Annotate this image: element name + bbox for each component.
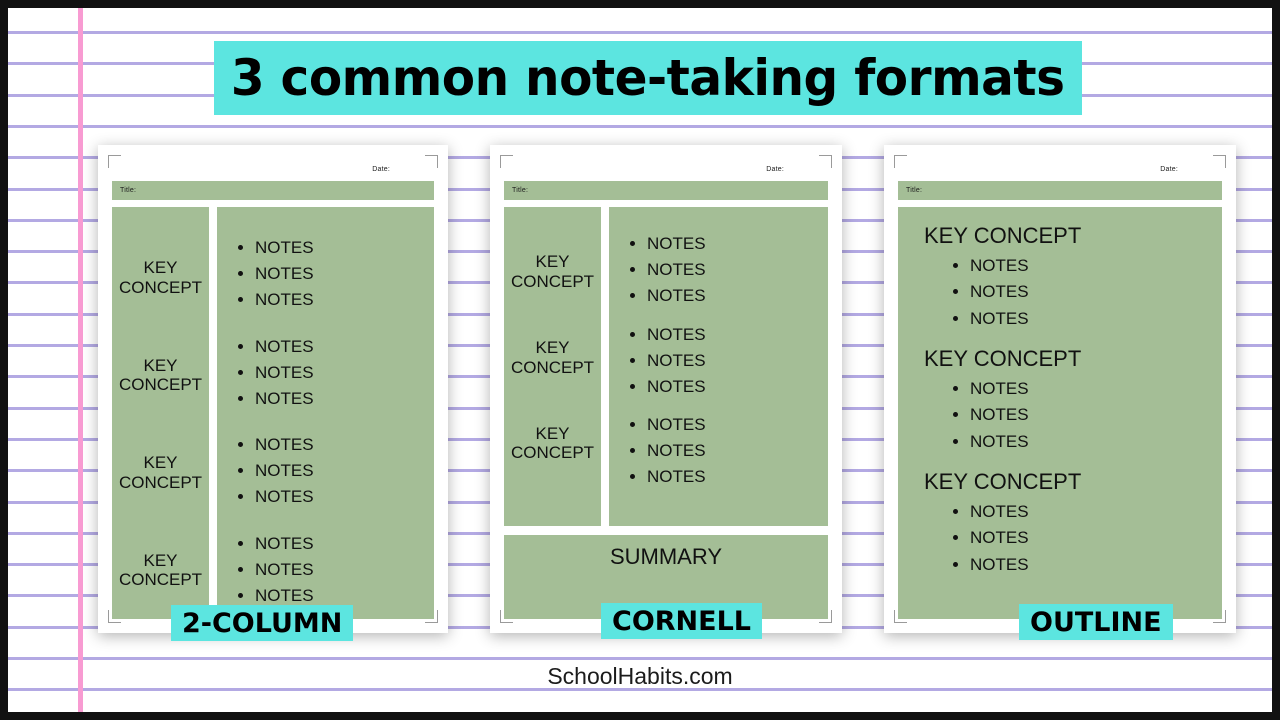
note-item: NOTES	[255, 287, 434, 313]
note-item: NOTES	[970, 306, 1212, 332]
rule-line	[8, 657, 1272, 660]
key-concept-label: KEY CONCEPT	[118, 258, 203, 297]
date-label: Date:	[1160, 166, 1178, 174]
note-item: NOTES	[255, 432, 434, 458]
note-item: NOTES	[970, 279, 1212, 305]
note-item: NOTES	[647, 464, 828, 490]
notes-column: NOTESNOTESNOTESNOTESNOTESNOTESNOTESNOTES…	[609, 206, 828, 527]
note-item: NOTES	[255, 557, 434, 583]
note-item: NOTES	[647, 438, 828, 464]
rule-line	[8, 125, 1272, 128]
key-concept-label: KEY CONCEPT	[924, 345, 1082, 371]
outline-group: KEY CONCEPTNOTESNOTESNOTES	[916, 346, 1212, 455]
notes-group: NOTESNOTESNOTES	[609, 231, 828, 309]
date-row: Date:	[504, 159, 828, 181]
note-item: NOTES	[255, 235, 434, 261]
date-label: Date:	[372, 166, 390, 174]
notebook-paper-background: 3 common note-taking formats Date: Title…	[8, 8, 1272, 712]
margin-line	[78, 8, 83, 712]
date-row: Date:	[898, 159, 1222, 181]
title-bar: Title:	[504, 180, 828, 200]
rule-line	[8, 31, 1272, 34]
outline-group: KEY CONCEPTNOTESNOTESNOTES	[916, 223, 1212, 332]
note-item: NOTES	[970, 525, 1212, 551]
notes-group: NOTESNOTESNOTES	[916, 253, 1212, 332]
notes-column: NOTESNOTESNOTESNOTESNOTESNOTESNOTESNOTES…	[217, 206, 434, 619]
notes-group: NOTESNOTESNOTES	[217, 334, 434, 412]
note-format-card-2column[interactable]: Date: Title: KEY CONCEPT KEY CONCEPT KEY C…	[98, 145, 448, 633]
date-label: Date:	[766, 166, 784, 174]
note-item: NOTES	[647, 322, 828, 348]
note-format-card-cornell[interactable]: Date: Title: KEY CONCEPT KEY CONCEPT KEY C…	[490, 145, 842, 633]
note-item: NOTES	[970, 552, 1212, 578]
note-item: NOTES	[970, 499, 1212, 525]
two-column-body: KEY CONCEPT KEY CONCEPT KEY CONCEPT KEY CON…	[112, 206, 434, 619]
key-concept-label: KEY CONCEPT	[924, 222, 1082, 248]
note-item: NOTES	[255, 458, 434, 484]
date-row: Date:	[112, 159, 434, 181]
key-concept-column: KEY CONCEPT KEY CONCEPT KEY CONCEPT KEY CON…	[112, 206, 209, 619]
note-item: NOTES	[255, 360, 434, 386]
notes-group: NOTESNOTESNOTES	[217, 531, 434, 609]
note-item: NOTES	[647, 231, 828, 257]
note-item: NOTES	[255, 484, 434, 510]
sheet-outline: Date: Title: KEY CONCEPTNOTESNOTESNOTESK…	[898, 159, 1222, 619]
notes-group: NOTESNOTESNOTES	[916, 376, 1212, 455]
title-label: Title:	[120, 186, 137, 194]
note-item: NOTES	[255, 386, 434, 412]
outline-body: KEY CONCEPTNOTESNOTESNOTESKEY CONCEPTNOT…	[898, 206, 1222, 619]
format-badge-cornell: CORNELL	[601, 603, 763, 639]
notes-group: NOTESNOTESNOTES	[916, 499, 1212, 578]
note-item: NOTES	[647, 412, 828, 438]
key-concept-label: KEY CONCEPT	[510, 252, 595, 291]
format-badge-2column: 2-COLUMN	[171, 605, 354, 641]
cornell-body: KEY CONCEPTKEY CONCEPTKEY CONCEPT NOTESN…	[504, 206, 828, 527]
key-concept-label: KEY CONCEPT	[510, 337, 595, 377]
title-label: Title:	[906, 186, 923, 194]
note-item: NOTES	[970, 376, 1212, 402]
title-label: Title:	[512, 186, 529, 194]
outline-group: KEY CONCEPTNOTESNOTESNOTES	[916, 469, 1212, 578]
key-concept-label: KEY CONCEPT	[118, 453, 203, 492]
notes-group: NOTESNOTESNOTES	[217, 432, 434, 510]
title-bar: Title:	[898, 180, 1222, 200]
title-bar: Title:	[112, 180, 434, 200]
page-title: 3 common note-taking formats	[231, 49, 1065, 107]
note-item: NOTES	[647, 257, 828, 283]
note-item: NOTES	[255, 334, 434, 360]
notes-group: NOTESNOTESNOTES	[609, 412, 828, 490]
note-item: NOTES	[970, 402, 1212, 428]
key-concept-label: KEY CONCEPT	[924, 468, 1082, 494]
notes-group: NOTESNOTESNOTES	[217, 235, 434, 313]
key-concept-label: KEY CONCEPT	[118, 355, 203, 395]
note-item: NOTES	[647, 283, 828, 309]
note-item: NOTES	[970, 429, 1212, 455]
page-title-highlight: 3 common note-taking formats	[214, 41, 1082, 115]
format-badge-outline: OUTLINE	[1019, 604, 1173, 640]
note-item: NOTES	[255, 261, 434, 287]
sheet-2column: Date: Title: KEY CONCEPT KEY CONCEPT KEY C…	[112, 159, 434, 619]
note-item: NOTES	[255, 531, 434, 557]
key-concept-label: KEY CONCEPT	[510, 423, 595, 463]
notes-group: NOTESNOTESNOTES	[609, 322, 828, 400]
key-concept-column: KEY CONCEPT KEY CONCEPT KEY CONCEPT	[504, 206, 601, 527]
note-item: NOTES	[970, 253, 1212, 279]
note-item: NOTES	[647, 348, 828, 374]
note-item: NOTES	[647, 374, 828, 400]
key-concept-label: KEY CONCEPT	[118, 550, 203, 590]
note-format-card-outline[interactable]: Date: Title: KEY CONCEPTNOTESNOTESNOTESK…	[884, 145, 1236, 633]
site-credit: SchoolHabits.com	[547, 663, 733, 689]
sheet-cornell: Date: Title: KEY CONCEPT KEY CONCEPT KEY C…	[504, 159, 828, 619]
